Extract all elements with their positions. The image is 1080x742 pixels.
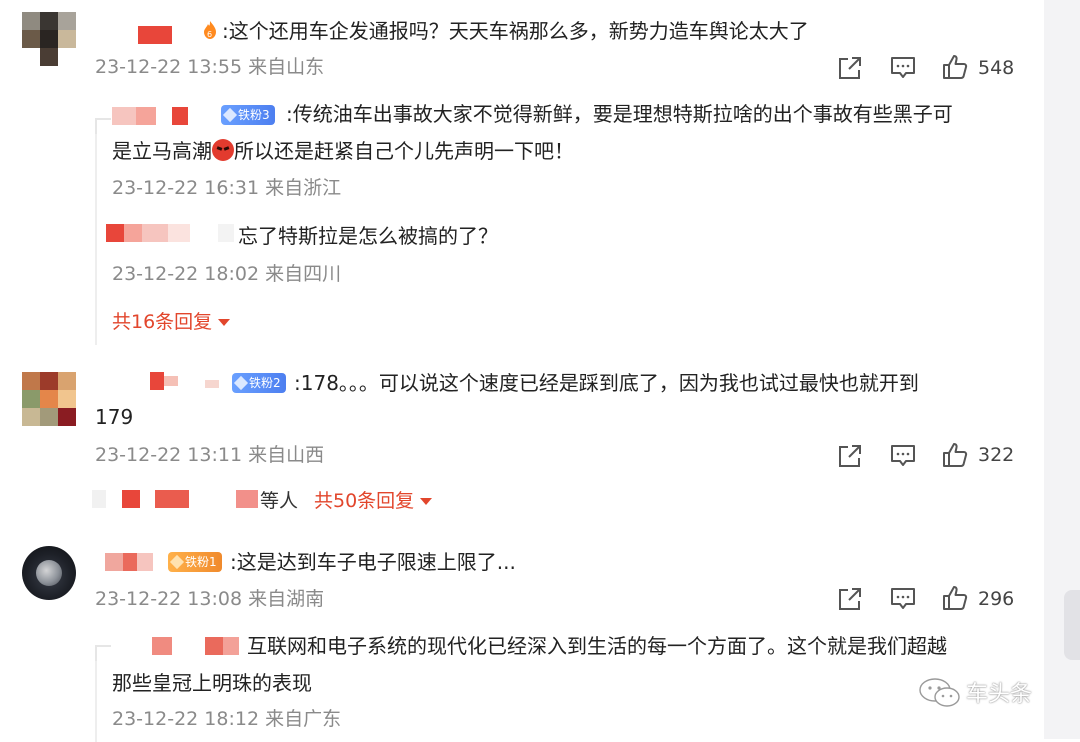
avatar[interactable] [22,546,76,600]
comment-icon[interactable] [890,586,916,612]
like-icon[interactable] [942,585,968,611]
reply-username-mosaic[interactable] [142,224,168,242]
reply-username-mosaic[interactable] [136,107,156,125]
more-replies-label: 共16条回复 [112,311,213,333]
thread-corner [95,118,111,134]
fan-level-icon: 6 [204,21,216,39]
like-icon[interactable] [942,54,968,80]
comment-text-line2: 179 [95,405,134,429]
thread-corner [95,645,111,661]
like-count: 296 [978,588,1015,610]
thread-line [95,125,97,345]
reply-meta: 23-12-22 18:02 来自四川 [112,263,342,285]
replier-mosaic[interactable] [122,490,140,508]
fan-badge: 铁粉1 [168,552,222,572]
watermark-text: 车头条 [966,682,1033,707]
fan-badge-label: 铁粉3 [238,108,270,122]
reply-username-mosaic[interactable] [106,224,124,242]
svg-text:6: 6 [207,30,212,39]
username-mosaic[interactable] [105,553,123,571]
comment-icon[interactable] [890,443,916,469]
gem-icon [233,375,249,391]
reply-text: 互联网和电子系统的现代化已经深入到生活的每一个方面了。这个就是我们超越 [247,634,947,658]
more-replies-link[interactable]: 共50条回复 [314,489,433,513]
gem-icon [169,554,185,570]
fan-badge: 铁粉2 [232,373,286,393]
username-mosaic[interactable] [205,380,219,388]
others-label: 等人 [260,490,299,512]
moon-image [36,560,62,586]
reply-username-mosaic[interactable] [168,224,190,242]
reply-username-mosaic[interactable] [152,637,172,655]
angry-emoji-icon [212,139,234,161]
like-count: 322 [978,444,1015,466]
username-mosaic[interactable] [164,376,178,386]
reply-text-part: 是立马高潮 [112,139,212,163]
fan-badge-label: 铁粉1 [185,555,217,569]
reply-text-line2: 那些皇冠上明珠的表现 [112,671,312,695]
reply-meta: 23-12-22 16:31 来自浙江 [112,177,342,199]
replier-mosaic[interactable] [155,490,189,508]
reply-text-part: 所以还是赶紧自己个儿先声明一下吧！ [234,139,574,163]
reply-username-mosaic[interactable] [112,107,136,125]
more-replies-link[interactable]: 共16条回复 [112,310,231,334]
share-icon[interactable] [837,586,863,612]
like-icon[interactable] [942,442,968,468]
scrollbar-thumb[interactable] [1064,590,1080,660]
fan-badge: 铁粉3 [221,105,275,125]
reply-text: :传统油车出事故大家不觉得新鲜，要是理想特斯拉啥的出个事故有些黑子可 [286,102,953,126]
reply-text: 忘了特斯拉是怎么被搞的了？ [238,224,498,248]
caret-down-icon [218,319,231,326]
reply-username-mosaic[interactable] [124,224,142,242]
reply-username-mosaic[interactable] [218,224,234,242]
comment-text: :这是达到车子电子限速上限了... [230,550,516,574]
reply-username-mosaic[interactable] [223,637,239,655]
reply-meta: 23-12-22 18:12 来自广东 [112,708,342,730]
replier-mosaic[interactable] [92,490,106,508]
wechat-icon [919,678,960,707]
comment-meta: 23-12-22 13:11 来自山西 [95,444,325,466]
reply-username-mosaic[interactable] [205,637,223,655]
comment-text: :这个还用车企发通报吗？天天车祸那么多，新势力造车舆论太大了 [222,19,809,43]
avatar[interactable] [22,12,76,66]
reply-text-line2: 是立马高潮 所以还是赶紧自己个儿先声明一下吧！ [112,134,574,168]
thread-line [95,652,97,742]
comment-meta: 23-12-22 13:55 来自山东 [95,56,325,78]
reply-username-mosaic[interactable] [172,107,188,125]
username-mosaic[interactable] [138,26,172,44]
caret-down-icon [420,498,433,505]
gem-icon [222,107,238,123]
more-replies-label: 共50条回复 [314,490,415,512]
username-mosaic[interactable] [137,553,153,571]
comment-text: :178。。。可以说这个速度已经是踩到底了，因为我也试过最快也就开到 [294,371,919,395]
share-icon[interactable] [837,55,863,81]
comment-icon[interactable] [890,55,916,81]
like-count: 548 [978,57,1015,79]
avatar[interactable] [22,372,76,426]
replier-mosaic[interactable] [236,490,258,508]
share-icon[interactable] [837,443,863,469]
fan-badge-label: 铁粉2 [249,376,281,390]
username-mosaic[interactable] [150,372,164,390]
username-mosaic[interactable] [123,553,137,571]
comment-meta: 23-12-22 13:08 来自湖南 [95,588,325,610]
